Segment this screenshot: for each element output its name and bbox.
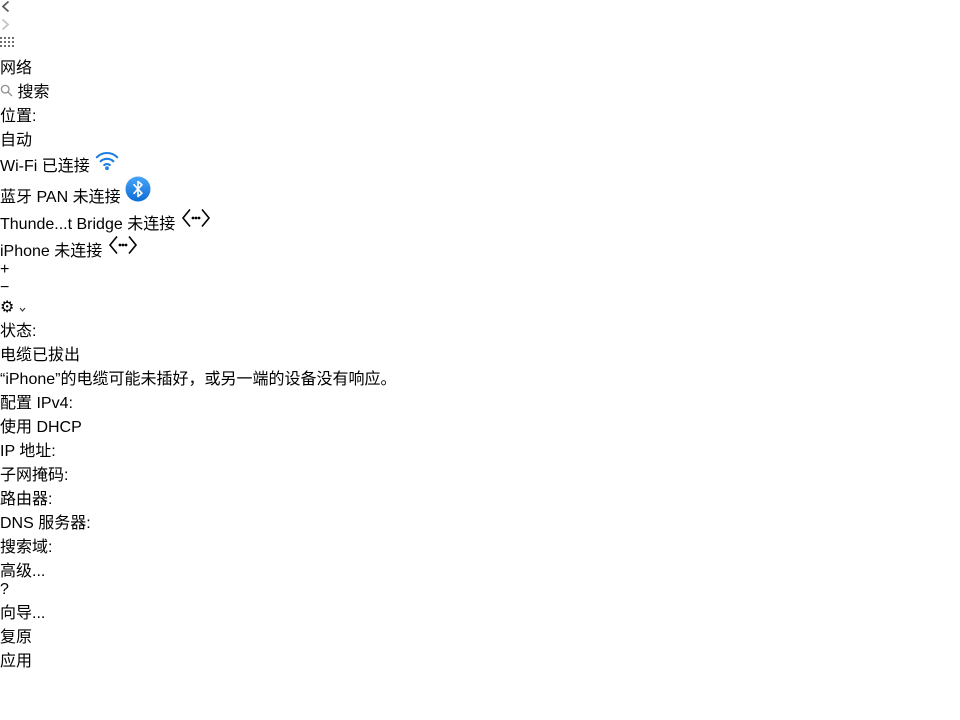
bridge-icon [180, 216, 212, 233]
wifi-icon [94, 158, 120, 175]
bluetooth-icon [125, 189, 151, 206]
status-description: “iPhone”的电缆可能未插好，或另一端的设备没有响应。 [0, 365, 960, 389]
help-button[interactable]: ? [0, 581, 960, 599]
service-name: iPhone [0, 243, 50, 260]
location-select[interactable]: 自动 [0, 126, 960, 150]
popup-stepper-icon [36, 132, 48, 149]
service-status: 未连接 [73, 189, 121, 206]
status-value: 电缆已拔出 [0, 341, 960, 365]
window-titlebar: 网络 搜索 [0, 0, 960, 102]
search-domains-label: 搜索域: [0, 533, 960, 557]
service-name: Thunde...t Bridge [0, 216, 123, 233]
dns-server-label: DNS 服务器: [0, 509, 960, 533]
popup-stepper-icon [86, 419, 98, 436]
window-title: 网络 [0, 54, 960, 78]
advanced-button[interactable]: 高级... [0, 557, 960, 581]
configure-ipv4-select[interactable]: 使用 DHCP [0, 413, 960, 437]
gear-icon: ⚙ [0, 299, 14, 316]
network-preferences-window: 网络 搜索 位置: 自动 Wi-Fi 已连接 [0, 0, 960, 671]
service-row-bluetooth-pan[interactable]: 蓝牙 PAN 未连接 [0, 176, 960, 207]
subnet-mask-label: 子网掩码: [0, 461, 960, 485]
chevron-left-icon [0, 0, 11, 13]
assist-me-button[interactable]: 向导... [0, 599, 960, 623]
history-nav [0, 0, 960, 36]
status-label: 状态: [0, 317, 960, 341]
remove-service-button[interactable]: − [0, 279, 960, 297]
configure-ipv4-value: 使用 DHCP [0, 419, 82, 436]
chevron-right-icon [0, 18, 11, 31]
actions-menu-button[interactable]: ⚙ [0, 297, 960, 317]
search-input[interactable]: 搜索 [0, 78, 960, 102]
show-all-button[interactable] [0, 36, 960, 54]
service-row-iphone[interactable]: iPhone 未连接 [0, 234, 960, 261]
service-row-thunderbolt-bridge[interactable]: Thunde...t Bridge 未连接 [0, 207, 960, 234]
location-label: 位置: [0, 102, 960, 126]
service-status: 未连接 [54, 243, 102, 260]
search-placeholder: 搜索 [17, 84, 49, 101]
configure-ipv4-label: 配置 IPv4: [0, 389, 960, 413]
bridge-icon [107, 243, 139, 260]
desktop: 网络 搜索 位置: 自动 Wi-Fi 已连接 [0, 0, 960, 720]
service-status: 已连接 [42, 158, 90, 175]
ip-address-label: IP 地址: [0, 437, 960, 461]
service-detail-panel: 状态: 电缆已拔出 “iPhone”的电缆可能未插好，或另一端的设备没有响应。 … [0, 317, 960, 599]
service-name: 蓝牙 PAN [0, 189, 68, 206]
search-icon [0, 84, 13, 97]
service-status: 未连接 [127, 216, 175, 233]
location-value: 自动 [0, 132, 32, 149]
grid-icon [0, 37, 14, 49]
service-name: Wi-Fi [0, 158, 37, 175]
router-label: 路由器: [0, 485, 960, 509]
apply-button[interactable]: 应用 [0, 647, 960, 671]
revert-button[interactable]: 复原 [0, 623, 960, 647]
services-list: Wi-Fi 已连接 蓝牙 P [0, 150, 960, 317]
services-list-toolbar: + − ⚙ [0, 261, 960, 317]
chevron-down-icon [19, 307, 26, 312]
back-button[interactable] [0, 0, 960, 18]
service-row-wifi[interactable]: Wi-Fi 已连接 [0, 150, 960, 176]
forward-button-disabled [0, 18, 960, 36]
add-service-button[interactable]: + [0, 261, 960, 279]
